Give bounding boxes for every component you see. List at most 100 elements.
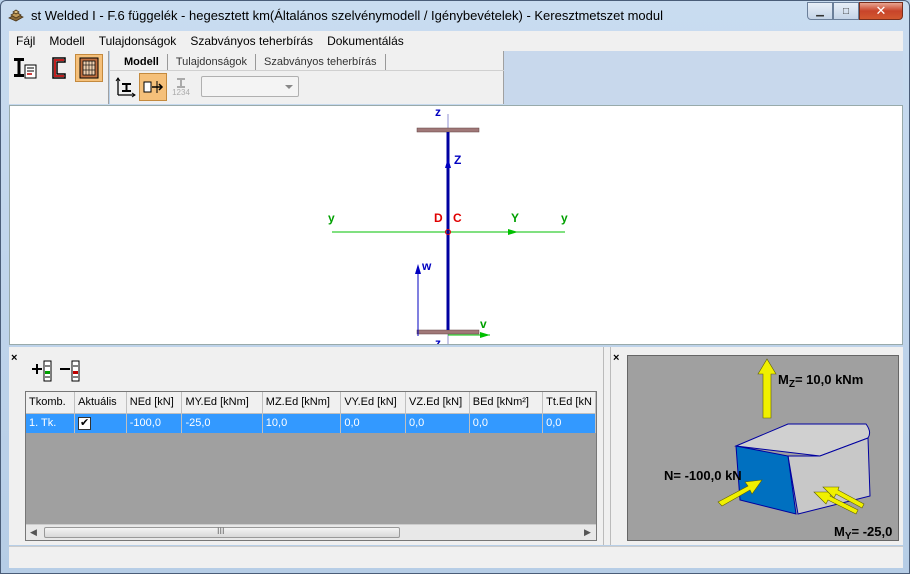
c-section-icon xyxy=(52,57,66,79)
scroll-right-icon[interactable]: ▶ xyxy=(584,527,591,538)
window-title: st Welded I - F.6 függelék - hegesztett … xyxy=(31,8,663,23)
mz-symbol: M xyxy=(778,372,789,387)
app-window: st Welded I - F.6 függelék - hegesztett … xyxy=(0,0,910,574)
horizontal-scrollbar[interactable]: ◀ III ▶ xyxy=(26,524,596,540)
menu-file[interactable]: Fájl xyxy=(9,31,42,51)
mode-toolbar xyxy=(9,51,109,104)
y-left-label: y xyxy=(328,211,335,225)
section-canvas[interactable]: z Z y D C Y y w v z xyxy=(9,105,903,345)
y-axis-label: Y xyxy=(511,211,519,225)
section-grid-button[interactable] xyxy=(75,54,103,82)
vy-cell[interactable]: 0,0 xyxy=(340,413,406,433)
tab-model[interactable]: Modell xyxy=(116,54,168,70)
numbering-label: 1234 xyxy=(172,88,190,97)
bottom-flange xyxy=(416,329,480,335)
load-table: Tkomb. Aktuális NEd [kN] MY.Ed [kNm] MZ.… xyxy=(26,392,596,433)
section-shape-button[interactable] xyxy=(45,54,73,82)
col-header[interactable]: VY.Ed [kN] xyxy=(340,392,406,414)
scroll-left-icon[interactable]: ◀ xyxy=(30,527,37,538)
w-arrow-head xyxy=(415,264,421,274)
mz-cell[interactable]: 10,0 xyxy=(262,413,342,433)
col-header[interactable]: Aktuális xyxy=(74,392,127,414)
status-bar xyxy=(9,546,903,568)
load-combination-grid[interactable]: Tkomb. Aktuális NEd [kN] MY.Ed [kNm] MZ.… xyxy=(25,391,597,541)
mz-arrow xyxy=(757,358,777,419)
y-right-label: y xyxy=(561,211,568,225)
vz-cell[interactable]: 0,0 xyxy=(405,413,470,433)
n-force-label: N= -100,0 kN xyxy=(664,468,742,483)
lower-panels: × Tkomb. Aktuális NEd [kN] MY.Ed [kNm] M… xyxy=(9,347,903,545)
numbering-button[interactable]: 1234 xyxy=(167,73,195,101)
w-label: w xyxy=(421,259,432,273)
minimize-button[interactable]: ▁ xyxy=(807,2,833,20)
close-icon[interactable]: × xyxy=(613,352,619,364)
b-cell[interactable]: 0,0 xyxy=(469,413,544,433)
active-cell[interactable]: ✔ xyxy=(74,413,127,433)
pane-splitter[interactable] xyxy=(603,347,611,545)
row-name-cell[interactable]: 1. Tk. xyxy=(26,413,76,433)
title-bar[interactable]: st Welded I - F.6 függelék - hegesztett … xyxy=(1,1,909,29)
toolbar-empty-area xyxy=(504,51,903,104)
my-cell[interactable]: -25,0 xyxy=(181,413,263,433)
load-diagram-pane: × MZ= 10,0 kNm N= -100,0 kN MY= -25,0 xyxy=(611,347,903,545)
col-header[interactable]: BEd [kNm²] xyxy=(469,392,544,414)
internal-forces-drawing: MZ= 10,0 kNm N= -100,0 kN MY= -25,0 xyxy=(664,358,892,541)
z-top-label: z xyxy=(435,106,441,119)
c-label: C xyxy=(453,211,462,225)
maximize-button[interactable]: □ xyxy=(833,2,859,20)
section-properties-button[interactable] xyxy=(11,54,39,82)
table-row[interactable]: 1. Tk. ✔ -100,0 -25,0 10,0 0,0 0,0 0,0 0… xyxy=(26,413,596,433)
axis-dimension-button[interactable] xyxy=(112,73,140,101)
tab-properties[interactable]: Tulajdonságok xyxy=(168,54,256,70)
close-button[interactable]: ✕ xyxy=(859,2,903,20)
z-axis-label: Z xyxy=(454,153,461,167)
beam-end-face xyxy=(735,445,797,515)
menu-standard-resistance[interactable]: Szabványos teherbírás xyxy=(183,31,320,51)
menu-documentation[interactable]: Dokumentálás xyxy=(320,31,411,51)
axis-dimension-icon xyxy=(115,77,136,98)
col-header[interactable]: MY.Ed [kNm] xyxy=(181,392,263,414)
add-row-button[interactable] xyxy=(31,359,53,383)
menu-model[interactable]: Modell xyxy=(42,31,91,51)
col-header[interactable]: Tt.Ed [kN xyxy=(542,392,596,414)
svg-text:MY= -25,0: MY= -25,0 xyxy=(834,524,892,541)
z-axis-arrow xyxy=(445,158,451,168)
cross-section-drawing: z Z y D C Y y w v z xyxy=(328,106,568,345)
table-header-row: Tkomb. Aktuális NEd [kN] MY.Ed [kNm] MZ.… xyxy=(26,392,596,414)
section-transform-button[interactable] xyxy=(139,73,167,101)
top-flange xyxy=(416,127,480,133)
menu-bar: Fájl Modell Tulajdonságok Szabványos teh… xyxy=(9,31,903,51)
col-header[interactable]: MZ.Ed [kNm] xyxy=(262,392,342,414)
col-header[interactable]: Tkomb. xyxy=(26,392,76,414)
tt-cell[interactable]: 0,0 xyxy=(542,413,596,433)
section-document-icon xyxy=(14,58,37,79)
svg-text:MZ= 10,0 kNm: MZ= 10,0 kNm xyxy=(778,372,863,390)
toolbar: Modell Tulajdonságok Szabványos teherbír… xyxy=(9,51,903,104)
ribbon-panel: Modell Tulajdonságok Szabványos teherbír… xyxy=(110,51,504,104)
load-combination-pane: × Tkomb. Aktuális NEd [kN] MY.Ed [kNm] M… xyxy=(9,347,603,545)
chevron-down-icon xyxy=(285,85,293,89)
remove-row-icon xyxy=(60,360,80,382)
close-icon[interactable]: × xyxy=(11,352,17,364)
col-header[interactable]: NEd [kN] xyxy=(126,392,183,414)
active-checkbox[interactable]: ✔ xyxy=(78,416,92,430)
y-axis-arrow xyxy=(508,229,518,235)
load-diagram: MZ= 10,0 kNm N= -100,0 kN MY= -25,0 xyxy=(627,355,899,541)
i-section-grid-icon xyxy=(79,57,99,79)
tab-standard-resistance[interactable]: Szabványos teherbírás xyxy=(256,54,386,70)
tab-divider xyxy=(110,70,504,71)
z-bottom-label: z xyxy=(435,336,441,345)
mz-value: = 10,0 kNm xyxy=(795,372,863,387)
col-header[interactable]: VZ.Ed [kN] xyxy=(405,392,470,414)
transform-arrows-icon xyxy=(143,81,164,93)
scroll-grip: III xyxy=(217,526,225,536)
menu-properties[interactable]: Tulajdonságok xyxy=(92,31,184,51)
v-arrow-head xyxy=(480,332,490,338)
my-value: = -25,0 xyxy=(852,524,893,539)
section-select-dropdown[interactable] xyxy=(201,76,299,97)
v-label: v xyxy=(480,317,487,331)
scrollbar-thumb[interactable]: III xyxy=(44,526,400,538)
n-cell[interactable]: -100,0 xyxy=(126,413,183,433)
app-icon xyxy=(8,9,24,22)
remove-row-button[interactable] xyxy=(59,359,81,383)
